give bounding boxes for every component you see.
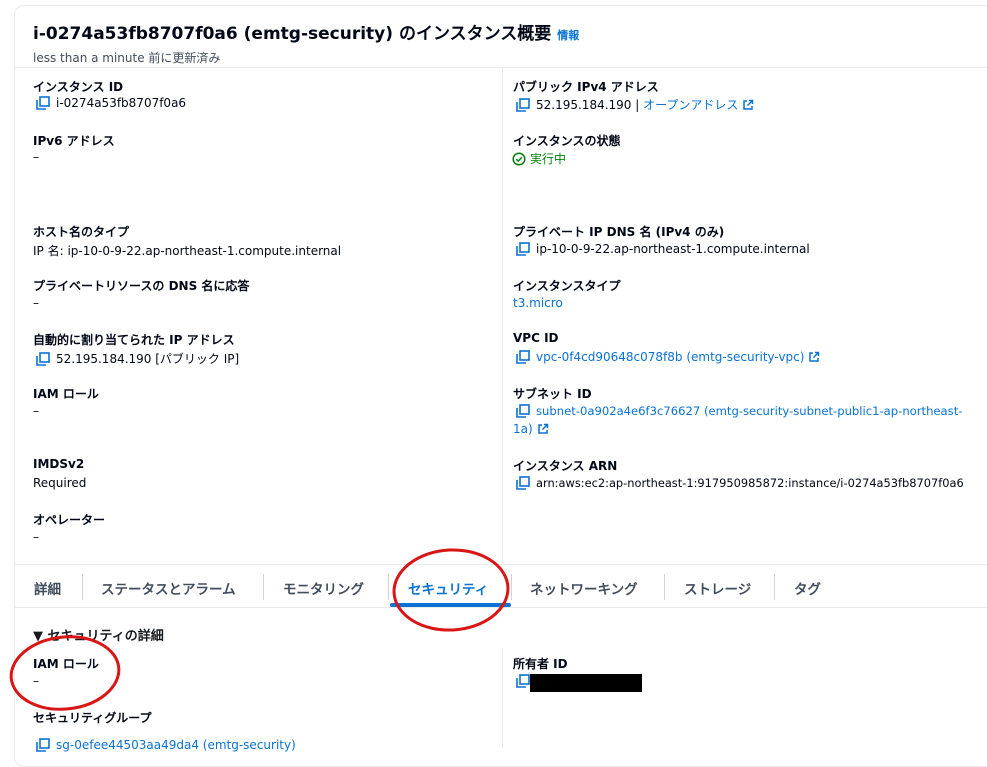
- annotation-layer: [9, 548, 510, 711]
- annotation-circle-security-tab: [392, 548, 510, 632]
- annotation-circle-iam-role: [9, 635, 121, 711]
